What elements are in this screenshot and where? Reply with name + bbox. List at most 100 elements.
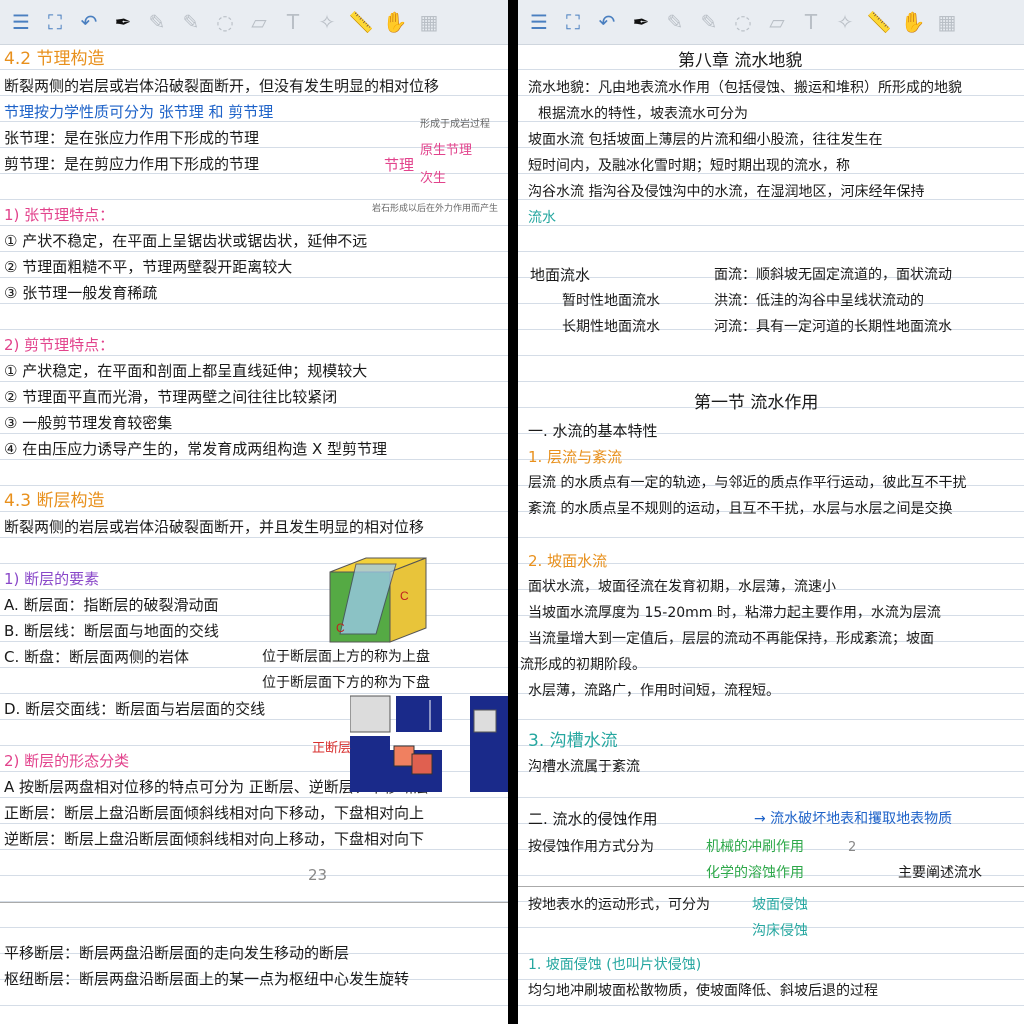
note-line: 水层薄，流路广，作用时间短，流程短。: [528, 683, 780, 699]
note-line: ④ 在由压应力诱导产生的，常发育成两组构造 X 型剪节理: [4, 440, 388, 458]
section-title: 第一节 流水作用: [694, 393, 819, 413]
note-line: 沟槽水流属于紊流: [528, 759, 640, 775]
note-line: 流水地貌：凡由地表流水作用（包括侵蚀、搬运和堆积）所形成的地貌: [528, 80, 962, 96]
grid-icon[interactable]: ▦: [414, 7, 444, 37]
note-line: 长期性地面流水: [562, 319, 660, 335]
fault-diagram-figure: [349, 690, 508, 798]
pencil-icon[interactable]: ✎: [142, 7, 172, 37]
text-icon[interactable]: T: [796, 7, 826, 37]
note-line: 河流：具有一定河道的长期性地面流水: [714, 319, 952, 335]
note-line: 化学的溶蚀作用: [706, 865, 804, 881]
note-line: 枢纽断层：断层两盘沿断层面上的某一点为枢纽中心发生旋转: [4, 970, 410, 988]
note-line: 坡面水流 包括坡面上薄层的片流和细小股流，往往发生在: [528, 132, 883, 148]
page-divider: [518, 886, 1024, 887]
figure-note: 正断层: [312, 741, 352, 756]
page-number: 23: [308, 866, 328, 884]
ruler-icon[interactable]: 📏: [346, 7, 376, 37]
note-line: 机械的冲刷作用: [706, 839, 804, 855]
note-line: ① 产状稳定，在平面和剖面上都呈直线延伸；规模较大: [4, 362, 368, 380]
note-line: 张节理：是在张应力作用下形成的节理: [4, 129, 260, 147]
photo-edit-icon[interactable]: ⛶: [40, 7, 70, 37]
note-line: D. 断层交面线：断层面与岩层面的交线: [4, 700, 266, 718]
section-title: 4.2 节理构造: [4, 49, 105, 69]
right-ruled-page[interactable]: 第八章 流水地貌 流水地貌：凡由地表流水作用（包括侵蚀、搬运和堆积）所形成的地貌…: [518, 44, 1024, 1024]
note-line: 洪流：低洼的沟谷中呈线状流动的: [714, 293, 924, 309]
note-line: 面流：顺斜坡无固定流道的，面状流动: [714, 267, 952, 283]
note-line: 沟谷水流 指沟谷及侵蚀沟中的水流，在湿润地区，河床经年保持: [528, 184, 925, 200]
note-line: 流形成的初期阶段。: [520, 657, 646, 673]
note-line: 沟床侵蚀: [752, 923, 808, 939]
note-line: 层流 的水质点有一定的轨迹，与邻近的质点作平行运动，彼此互不干扰: [528, 475, 967, 491]
note-line: A. 断层面：指断层的破裂滑动面: [4, 596, 219, 614]
note-line: 当流量增大到一定值后，层层的流动不再能保持，形成紊流；坡面: [528, 631, 934, 647]
eraser-icon[interactable]: ▱: [762, 7, 792, 37]
hand-icon[interactable]: ✋: [898, 7, 928, 37]
note-line: 位于断层面上方的称为上盘: [262, 649, 430, 665]
lasso-icon[interactable]: ◌: [210, 7, 240, 37]
fault-block-figure: C C: [326, 554, 430, 646]
note-line: 剪节理：是在剪应力作用下形成的节理: [4, 155, 260, 173]
subheading: 2) 断层的形态分类: [4, 752, 130, 770]
note-line: 当坡面水流厚度为 15-20mm 时，粘滞力起主要作用，水流为层流: [528, 605, 941, 621]
subheading: 1. 层流与紊流: [528, 448, 623, 466]
grid-icon[interactable]: ▦: [932, 7, 962, 37]
note-line: 节理按力学性质可分为 张节理 和 剪节理: [4, 103, 274, 121]
shape-icon[interactable]: ✧: [312, 7, 342, 37]
left-note-page: ☰ ⛶ ↶ ✒ ✎ ✎ ◌ ▱ T ✧ 📏 ✋ ▦ 4.2 节理构造 断裂两侧的…: [0, 0, 508, 1024]
left-toolbar: ☰ ⛶ ↶ ✒ ✎ ✎ ◌ ▱ T ✧ 📏 ✋ ▦: [0, 0, 508, 45]
margin-note: 次生: [420, 171, 447, 186]
note-line: ① 产状不稳定，在平面上呈锯齿状或锯齿状，延伸不远: [4, 232, 368, 250]
note-line: 坡面侵蚀: [752, 897, 808, 913]
note-line: 根据流水的特性，坡表流水可分为: [538, 106, 748, 122]
note-line: 主要阐述流水: [898, 865, 982, 881]
note-line: 均匀地冲刷坡面松散物质，使坡面降低、斜坡后退的过程: [528, 983, 878, 999]
note-line: ③ 张节理一般发育稀疏: [4, 284, 158, 302]
margin-note: 形成于成岩过程: [420, 119, 490, 130]
subheading: 一. 水流的基本特性: [528, 422, 658, 440]
pen-icon[interactable]: ✒: [626, 7, 656, 37]
note-line: 断裂两侧的岩层或岩体沿破裂面断开，但没有发生明显的相对位移: [4, 77, 440, 95]
eraser-icon[interactable]: ▱: [244, 7, 274, 37]
hand-icon[interactable]: ✋: [380, 7, 410, 37]
undo-icon[interactable]: ↶: [74, 7, 104, 37]
pencil-2-icon[interactable]: ✎: [176, 7, 206, 37]
svg-text:C: C: [336, 621, 345, 635]
margin-note: 原生节理: [420, 143, 473, 158]
note-line: B. 断层线：断层面与地面的交线: [4, 622, 219, 640]
undo-icon[interactable]: ↶: [592, 7, 622, 37]
ruler-icon[interactable]: 📏: [864, 7, 894, 37]
note-line: C. 断盘：断层面两侧的岩体: [4, 648, 190, 666]
note-line: 断裂两侧的岩层或岩体沿破裂面断开，并且发生明显的相对位移: [4, 518, 425, 536]
note-line: 正断层：断层上盘沿断层面倾斜线相对向下移动，下盘相对向上: [4, 804, 425, 822]
subheading: 二. 流水的侵蚀作用: [528, 810, 658, 828]
left-ruled-page[interactable]: 4.2 节理构造 断裂两侧的岩层或岩体沿破裂面断开，但没有发生明显的相对位移 节…: [0, 44, 508, 1024]
note-line: ② 节理面粗糙不平，节理两壁裂开距离较大: [4, 258, 293, 276]
subheading: 1) 张节理特点：: [4, 206, 115, 224]
note-line: 面状水流，坡面径流在发育初期，水层薄，流速小: [528, 579, 836, 595]
photo-edit-icon[interactable]: ⛶: [558, 7, 588, 37]
note-line: 紊流 的水质点呈不规则的运动，且互不干扰，水层与水层之间是交换: [528, 501, 953, 517]
menu-icon[interactable]: ☰: [524, 7, 554, 37]
shape-icon[interactable]: ✧: [830, 7, 860, 37]
right-note-page: ☰ ⛶ ↶ ✒ ✎ ✎ ◌ ▱ T ✧ 📏 ✋ ▦ 第八章 流水地貌 流水地貌：…: [518, 0, 1024, 1024]
lasso-icon[interactable]: ◌: [728, 7, 758, 37]
note-line: 平移断层：断层两盘沿断层面的走向发生移动的断层: [4, 944, 350, 962]
pen-icon[interactable]: ✒: [108, 7, 138, 37]
note-line: ③ 一般剪节理发育较密集: [4, 414, 173, 432]
subheading: 3. 沟槽水流: [528, 731, 618, 751]
page-divider: [0, 902, 508, 903]
note-line: 按侵蚀作用方式分为: [528, 839, 654, 855]
subheading: 2. 坡面水流: [528, 552, 608, 570]
note-line: 流水: [528, 210, 556, 226]
page-number: 2: [848, 840, 857, 855]
note-line: 按地表水的运动形式，可分为: [528, 897, 710, 913]
menu-icon[interactable]: ☰: [6, 7, 36, 37]
note-line: → 流水破坏地表和攫取地表物质: [754, 811, 953, 827]
pencil-2-icon[interactable]: ✎: [694, 7, 724, 37]
note-line: ② 节理面平直而光滑，节理两壁之间往往比较紧闭: [4, 388, 338, 406]
margin-note: 节理: [384, 156, 415, 174]
pencil-icon[interactable]: ✎: [660, 7, 690, 37]
text-icon[interactable]: T: [278, 7, 308, 37]
note-line: 逆断层：断层上盘沿断层面倾斜线相对向上移动，下盘相对向下: [4, 830, 425, 848]
subheading: 1) 断层的要素: [4, 570, 100, 588]
